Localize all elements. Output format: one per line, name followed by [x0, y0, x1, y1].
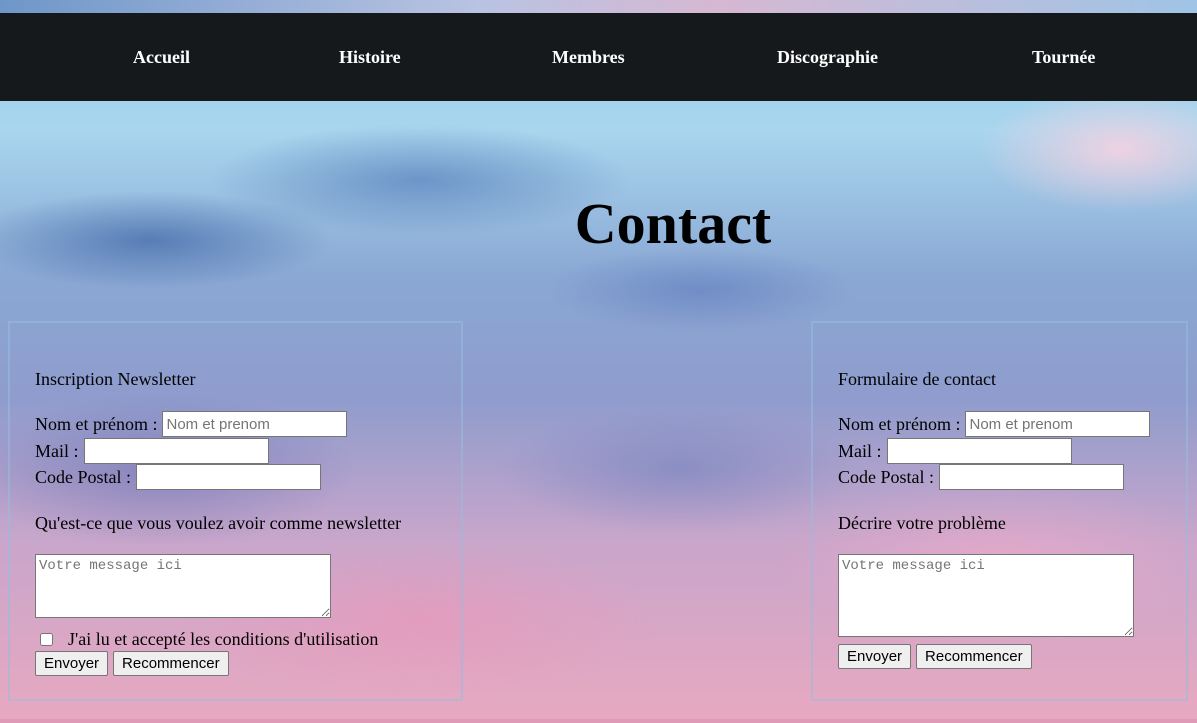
nav-item-tournee[interactable]: Tournée	[1032, 13, 1095, 101]
newsletter-terms-row: J'ai lu et accepté les conditions d'util…	[40, 629, 378, 650]
contact-question: Décrire votre problème	[838, 513, 1006, 533]
newsletter-mail-label: Mail :	[35, 440, 79, 461]
newsletter-postal-row: Code Postal :	[35, 464, 322, 490]
newsletter-mail-input[interactable]	[83, 438, 269, 464]
contact-postal-input[interactable]	[939, 464, 1125, 490]
contact-heading: Formulaire de contact	[838, 369, 996, 389]
contact-reset-button[interactable]: Recommencer	[916, 644, 1032, 669]
nav-item-accueil[interactable]: Accueil	[133, 13, 190, 101]
newsletter-postal-input[interactable]	[136, 464, 322, 490]
newsletter-terms-checkbox[interactable]	[40, 633, 53, 646]
nav-item-membres[interactable]: Membres	[552, 13, 625, 101]
newsletter-panel: Inscription Newsletter Nom et prénom : M…	[8, 321, 463, 701]
newsletter-name-row: Nom et prénom :	[35, 411, 348, 437]
newsletter-question: Qu'est-ce que vous voulez avoir comme ne…	[35, 513, 402, 533]
contact-name-row: Nom et prénom :	[838, 411, 1151, 437]
contact-submit-button[interactable]: Envoyer	[838, 644, 912, 669]
contact-mail-row: Mail :	[838, 438, 1072, 464]
newsletter-name-label: Nom et prénom :	[35, 413, 158, 434]
contact-postal-row: Code Postal :	[838, 464, 1125, 490]
sky-background-bottom	[0, 719, 1197, 723]
newsletter-message-textarea[interactable]	[35, 554, 331, 618]
newsletter-submit-button[interactable]: Envoyer	[35, 651, 109, 676]
contact-panel: Formulaire de contact Nom et prénom : Ma…	[811, 321, 1188, 701]
newsletter-buttons: Envoyer Recommencer	[35, 651, 229, 676]
newsletter-name-input[interactable]	[162, 411, 348, 437]
newsletter-heading: Inscription Newsletter	[35, 369, 196, 389]
contact-mail-input[interactable]	[886, 438, 1072, 464]
contact-name-label: Nom et prénom :	[838, 413, 961, 434]
sky-background-top	[0, 0, 1197, 13]
contact-buttons: Envoyer Recommencer	[838, 644, 1032, 669]
contact-message-textarea[interactable]	[838, 554, 1134, 637]
newsletter-mail-row: Mail :	[35, 438, 269, 464]
contact-name-input[interactable]	[965, 411, 1151, 437]
nav-item-discographie[interactable]: Discographie	[777, 13, 878, 101]
newsletter-postal-label: Code Postal :	[35, 466, 132, 487]
page-title: Contact	[574, 191, 772, 256]
contact-mail-label: Mail :	[838, 440, 882, 461]
main-navbar: Accueil Histoire Membres Discographie To…	[0, 13, 1197, 101]
nav-item-histoire[interactable]: Histoire	[339, 13, 401, 101]
contact-postal-label: Code Postal :	[838, 466, 935, 487]
newsletter-reset-button[interactable]: Recommencer	[113, 651, 229, 676]
newsletter-terms-label: J'ai lu et accepté les conditions d'util…	[68, 629, 379, 649]
